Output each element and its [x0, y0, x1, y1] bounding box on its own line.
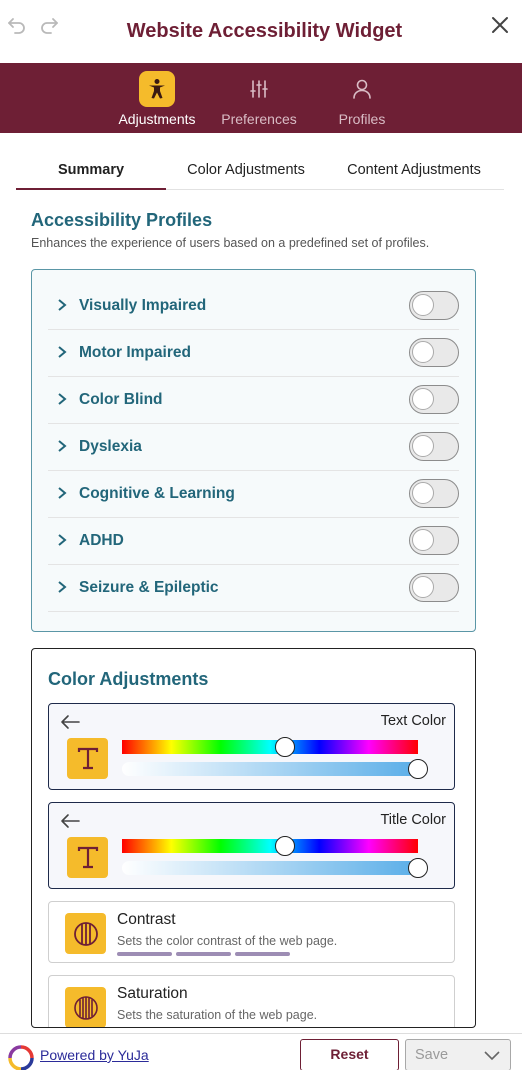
- profile-label: Cognitive & Learning: [79, 485, 235, 502]
- profile-toggle[interactable]: [409, 526, 459, 555]
- chevron-right-icon: [58, 534, 67, 546]
- toggle-knob: [412, 482, 434, 504]
- chevron-right-icon: [58, 299, 67, 311]
- chevron-down-icon: [484, 1051, 500, 1061]
- arrow-left-icon[interactable]: [59, 714, 81, 730]
- nav-profiles[interactable]: Profiles: [307, 63, 417, 133]
- profile-row-cognitive-learning[interactable]: Cognitive & Learning: [48, 471, 459, 518]
- chevron-right-icon: [58, 487, 67, 499]
- toggle-knob: [412, 341, 434, 363]
- saturation-icon: [65, 987, 106, 1027]
- title-color-picker: Title Color: [48, 802, 455, 889]
- profile-row-dyslexia[interactable]: Dyslexia: [48, 424, 459, 471]
- arrow-left-icon[interactable]: [59, 813, 81, 829]
- saturation-description: Sets the saturation of the web page.: [117, 1008, 318, 1022]
- profile-row-visually-impaired[interactable]: Visually Impaired: [48, 283, 459, 330]
- profile-toggle[interactable]: [409, 479, 459, 508]
- nav-adjustments-label: Adjustments: [118, 111, 196, 127]
- chevron-right-icon: [58, 581, 67, 593]
- profile-toggle[interactable]: [409, 385, 459, 414]
- color-adjustments-card: Color Adjustments Text Color Title Color…: [31, 648, 476, 1028]
- chevron-right-icon: [58, 346, 67, 358]
- tab-content-adjustments[interactable]: Content Adjustments: [334, 150, 494, 190]
- text-format-icon: [67, 837, 108, 878]
- profiles-card: Visually Impaired Motor Impaired Color B…: [31, 269, 476, 632]
- contrast-icon: [65, 913, 106, 954]
- lightness-slider-thumb[interactable]: [408, 858, 428, 878]
- nav-preferences-label: Preferences: [221, 111, 297, 127]
- toggle-knob: [412, 388, 434, 410]
- contrast-step[interactable]: [176, 952, 231, 956]
- lightness-slider-thumb[interactable]: [408, 759, 428, 779]
- lightness-slider-track[interactable]: [122, 762, 418, 776]
- title-color-label: Title Color: [380, 812, 446, 828]
- accessibility-person-icon: [139, 71, 175, 107]
- main-nav: Adjustments Preferences Profiles: [0, 63, 522, 133]
- tab-summary[interactable]: Summary: [16, 150, 166, 190]
- sliders-icon: [241, 71, 277, 107]
- profile-toggle[interactable]: [409, 291, 459, 320]
- toggle-knob: [412, 529, 434, 551]
- nav-adjustments[interactable]: Adjustments: [102, 63, 212, 133]
- hue-slider-thumb[interactable]: [274, 836, 295, 856]
- contrast-step[interactable]: [117, 952, 172, 956]
- profile-row-seizure-epileptic[interactable]: Seizure & Epileptic: [48, 565, 459, 612]
- profile-toggle[interactable]: [409, 432, 459, 461]
- save-button[interactable]: Save: [405, 1039, 511, 1070]
- contrast-step[interactable]: [235, 952, 290, 956]
- profile-label: Seizure & Epileptic: [79, 579, 219, 596]
- toggle-knob: [412, 576, 434, 598]
- hue-slider-thumb[interactable]: [274, 737, 295, 757]
- hue-slider-track[interactable]: [122, 740, 418, 754]
- widget-footer: Powered by YuJa Reset Save: [0, 1033, 522, 1070]
- profile-row-adhd[interactable]: ADHD: [48, 518, 459, 565]
- section-tabs: Summary Color Adjustments Content Adjust…: [16, 150, 504, 190]
- close-icon[interactable]: [489, 14, 511, 36]
- profile-label: Color Blind: [79, 391, 163, 408]
- contrast-description: Sets the color contrast of the web page.: [117, 934, 338, 948]
- lightness-slider-track[interactable]: [122, 861, 418, 875]
- nav-profiles-label: Profiles: [338, 111, 386, 127]
- nav-preferences[interactable]: Preferences: [204, 63, 314, 133]
- color-adjustments-heading: Color Adjustments: [48, 669, 209, 689]
- toggle-knob: [412, 435, 434, 457]
- saturation-option[interactable]: Saturation Sets the saturation of the we…: [48, 975, 455, 1027]
- contrast-title: Contrast: [117, 911, 176, 928]
- chevron-right-icon: [58, 393, 67, 405]
- powered-by-link[interactable]: Powered by YuJa: [40, 1047, 149, 1063]
- profile-toggle[interactable]: [409, 338, 459, 367]
- saturation-title: Saturation: [117, 985, 188, 1002]
- toggle-knob: [412, 294, 434, 316]
- profile-row-motor-impaired[interactable]: Motor Impaired: [48, 330, 459, 377]
- text-color-picker: Text Color: [48, 703, 455, 790]
- profile-toggle[interactable]: [409, 573, 459, 602]
- yuja-logo-icon: [8, 1045, 34, 1070]
- profile-row-color-blind[interactable]: Color Blind: [48, 377, 459, 424]
- profile-label: ADHD: [79, 532, 124, 549]
- profile-label: Dyslexia: [79, 438, 142, 455]
- hue-slider-track[interactable]: [122, 839, 418, 853]
- reset-button[interactable]: Reset: [300, 1039, 399, 1070]
- contrast-option[interactable]: Contrast Sets the color contrast of the …: [48, 901, 455, 963]
- profile-label: Visually Impaired: [79, 297, 207, 314]
- widget-title: Website Accessibility Widget: [126, 20, 403, 42]
- text-color-label: Text Color: [380, 713, 446, 729]
- profiles-heading: Accessibility Profiles: [31, 210, 213, 230]
- user-icon: [344, 71, 380, 107]
- profile-label: Motor Impaired: [79, 344, 191, 361]
- profiles-description: Enhances the experience of users based o…: [31, 236, 430, 250]
- widget-header: Website Accessibility Widget: [0, 0, 529, 63]
- text-format-icon: [67, 738, 108, 779]
- chevron-right-icon: [58, 440, 67, 452]
- tab-color-adjustments[interactable]: Color Adjustments: [166, 150, 326, 190]
- save-label: Save: [415, 1047, 449, 1063]
